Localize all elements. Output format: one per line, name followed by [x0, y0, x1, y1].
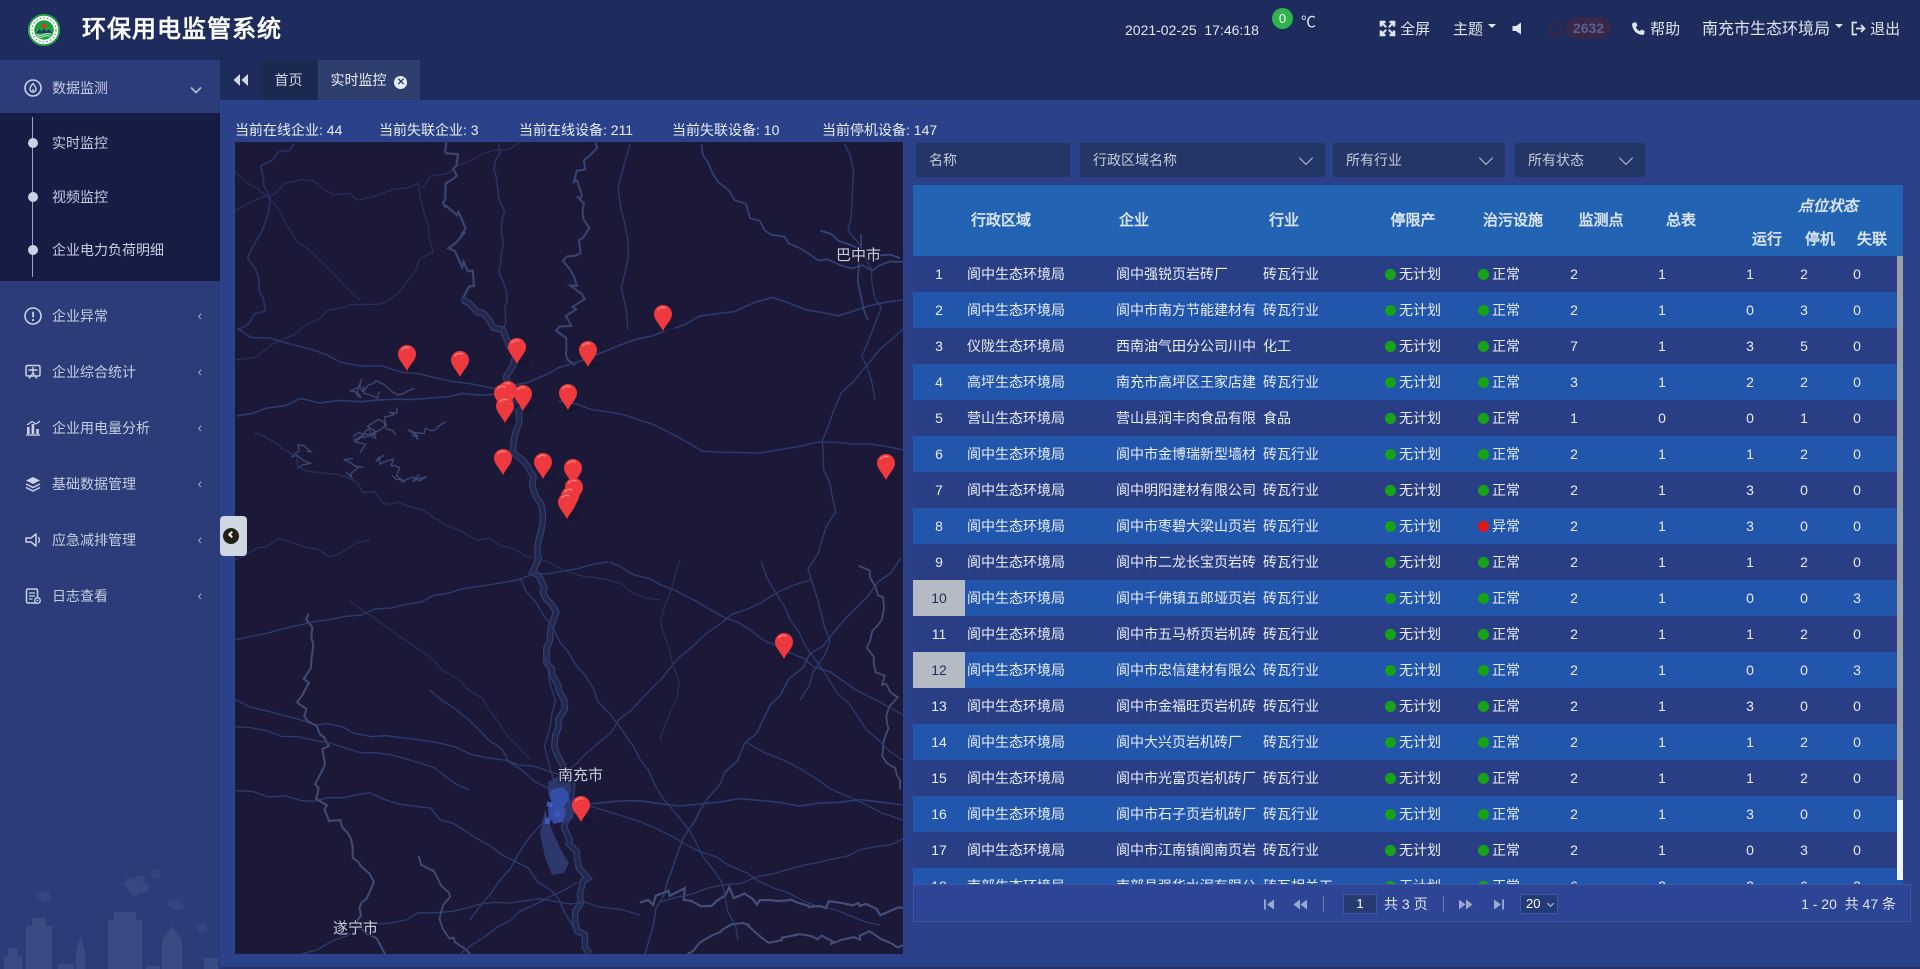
svg-text:遂宁市: 遂宁市	[333, 920, 378, 937]
svg-text:巴中市: 巴中市	[836, 247, 881, 264]
svg-text:南充市: 南充市	[558, 767, 603, 784]
